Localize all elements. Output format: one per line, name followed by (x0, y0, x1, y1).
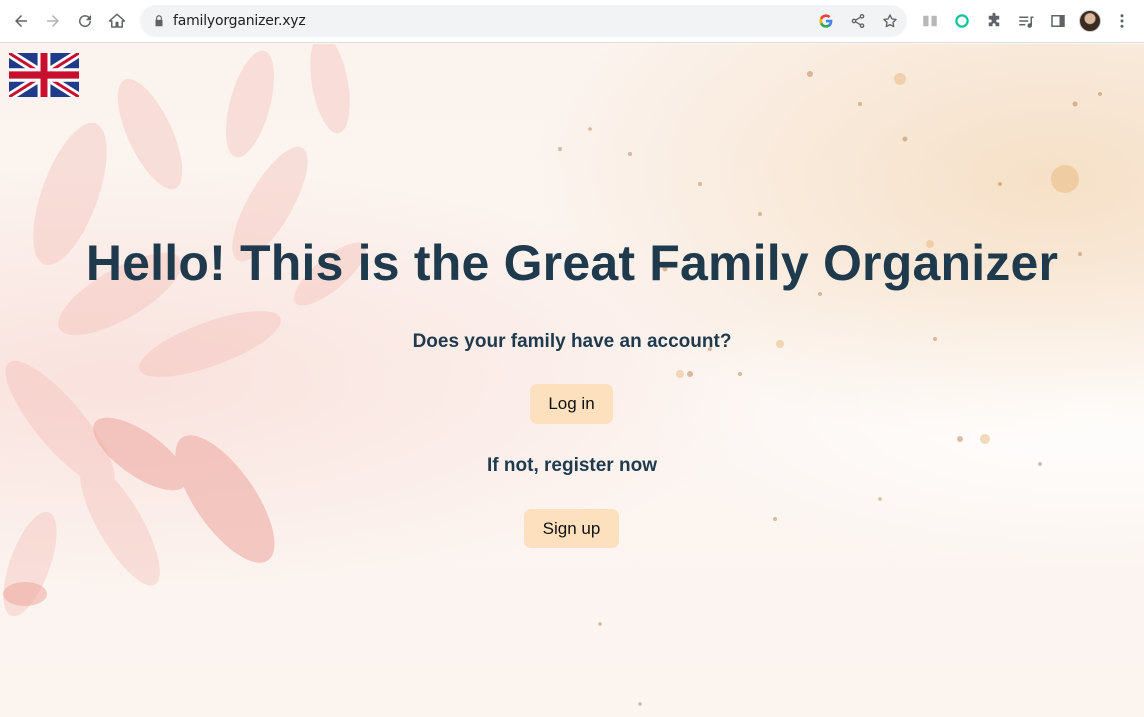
page-title: Hello! This is the Great Family Organize… (85, 235, 1059, 291)
grammarly-extension-icon[interactable] (952, 11, 972, 31)
lock-icon[interactable] (152, 14, 166, 28)
register-prompt: If not, register now (487, 455, 657, 476)
account-question: Does your family have an account? (412, 331, 732, 352)
share-icon[interactable] (850, 13, 866, 29)
reading-list-icon[interactable] (920, 11, 940, 31)
profile-avatar[interactable] (1079, 10, 1101, 32)
media-control-icon[interactable] (1016, 11, 1036, 31)
home-icon[interactable] (101, 5, 133, 37)
browser-toolbar: familyorganizer.xyz (0, 0, 1144, 43)
watercolor-background (3, 44, 1102, 706)
google-lens-icon[interactable] (818, 13, 834, 29)
more-menu-icon[interactable] (1112, 11, 1132, 31)
login-button[interactable]: Log in (530, 384, 613, 424)
url-text[interactable]: familyorganizer.xyz (173, 13, 306, 29)
address-bar[interactable]: familyorganizer.xyz (140, 5, 907, 37)
side-panel-icon[interactable] (1048, 11, 1068, 31)
bookmark-star-icon[interactable] (882, 13, 898, 29)
forward-icon[interactable] (37, 5, 69, 37)
signup-button[interactable]: Sign up (524, 509, 619, 548)
reload-icon[interactable] (69, 5, 101, 37)
uk-flag-language-icon[interactable] (9, 53, 79, 97)
back-icon[interactable] (5, 5, 37, 37)
extensions-puzzle-icon[interactable] (984, 11, 1004, 31)
page-content: Hello! This is the Great Family Organize… (0, 44, 1144, 717)
